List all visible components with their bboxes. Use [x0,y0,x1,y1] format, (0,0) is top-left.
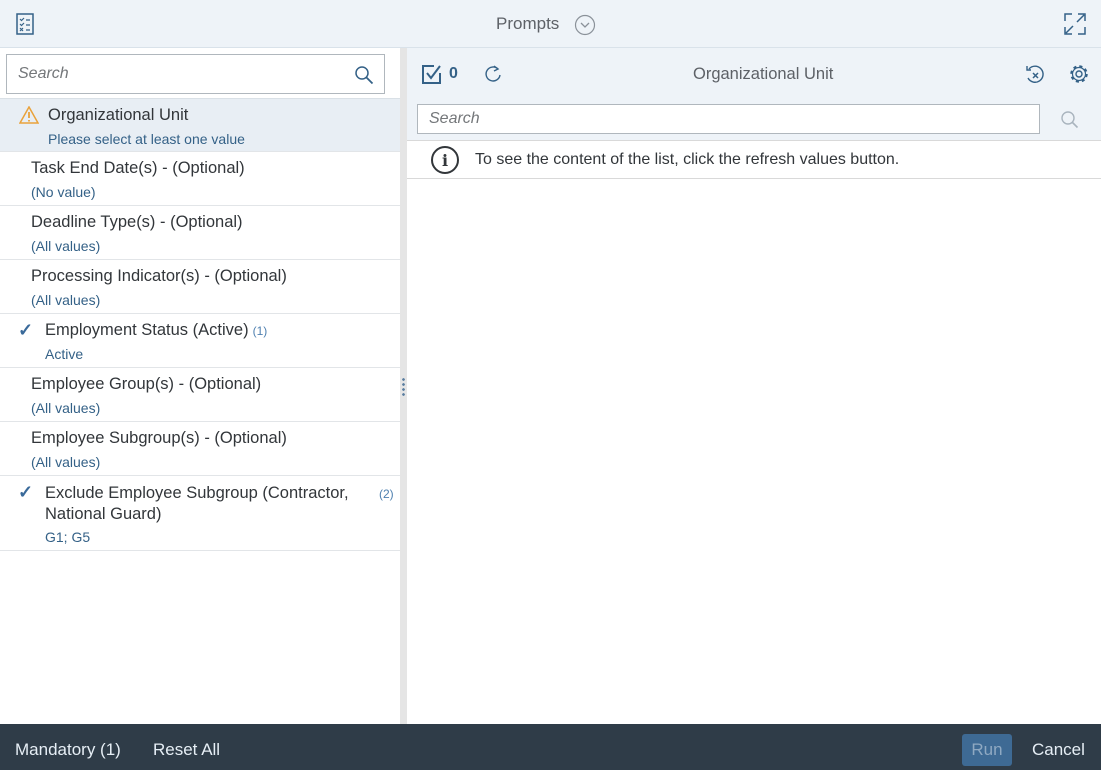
search-icon[interactable] [1060,110,1080,130]
prompt-value: (All values) [31,454,101,470]
maximize-icon[interactable] [1064,13,1086,35]
prompt-value: (All values) [31,292,101,308]
prompt-item-organizational-unit[interactable]: Organizational Unit Please select at lea… [0,98,400,152]
prompt-title: Exclude Employee Subgroup (Contractor, N… [45,484,349,523]
prompt-search-input[interactable]: Search [6,54,385,94]
checkmark-icon: ✓ [18,320,34,340]
prompt-value: (No value) [31,184,96,200]
prompt-title: Task End Date(s) - (Optional) [31,159,245,177]
warning-icon [19,106,39,124]
prompt-summary-icon[interactable] [16,13,34,35]
prompt-value: (All values) [31,400,101,416]
refresh-icon[interactable] [483,64,503,84]
prompt-title: Employment Status (Active) [45,321,249,339]
cancel-button[interactable]: Cancel [1032,740,1085,760]
prompt-value: Active [45,346,84,362]
prompt-item-processing-indicator[interactable]: Processing Indicator(s) - (Optional) (Al… [0,260,400,314]
run-button[interactable]: Run [962,734,1012,766]
search-placeholder: Search [18,65,69,82]
prompt-item-exclude-employee-subgroup[interactable]: ✓ Exclude Employee Subgroup (Contractor,… [0,476,400,551]
prompt-item-deadline-type[interactable]: Deadline Type(s) - (Optional) (All value… [0,206,400,260]
chevron-down-icon[interactable] [574,14,596,36]
prompt-title: Employee Subgroup(s) - (Optional) [31,429,287,447]
prompt-list-panel: Search Organizational Unit Please select… [0,48,400,724]
selected-values-icon[interactable] [422,64,442,84]
selected-count: 0 [449,65,458,82]
reset-all-button[interactable]: Reset All [153,740,220,760]
search-icon[interactable] [354,65,374,85]
value-panel-toolbar: 0 Organizational Unit Search [407,48,1101,140]
dialog-header: Prompts [0,0,1101,48]
prompt-title: Organizational Unit [48,106,189,124]
prompt-title: Employee Group(s) - (Optional) [31,375,262,393]
prompt-item-task-end-date[interactable]: Task End Date(s) - (Optional) (No value) [0,152,400,206]
prompt-title: Deadline Type(s) - (Optional) [31,213,243,231]
info-text: To see the content of the list, click th… [475,151,900,168]
settings-gear-icon[interactable] [1068,63,1090,85]
prompt-count: (2) [379,487,394,501]
dialog-title: Prompts [496,14,560,33]
splitter-handle[interactable] [402,377,405,397]
clear-values-icon[interactable] [1024,64,1046,86]
value-search-input[interactable]: Search [417,104,1040,134]
prompt-count: (1) [252,324,268,338]
prompt-item-employee-subgroup[interactable]: Employee Subgroup(s) - (Optional) (All v… [0,422,400,476]
prompt-value: (All values) [31,238,101,254]
prompt-value: G1; G5 [45,529,91,545]
svg-text:i: i [442,151,448,170]
value-panel-title: Organizational Unit [693,65,834,83]
dialog-footer: Mandatory (1) Reset All Run Cancel [0,724,1101,770]
mandatory-button[interactable]: Mandatory (1) [15,740,121,760]
info-message: i To see the content of the list, click … [407,140,1101,179]
info-icon: i [430,145,460,175]
prompt-item-employment-status[interactable]: ✓ Employment Status (Active) (1) Active [0,314,400,368]
prompt-title: Processing Indicator(s) - (Optional) [31,267,287,285]
prompt-item-employee-group[interactable]: Employee Group(s) - (Optional) (All valu… [0,368,400,422]
prompt-list: Organizational Unit Please select at lea… [0,98,400,551]
value-panel: 0 Organizational Unit Search i To see th… [407,48,1101,724]
prompt-value: Please select at least one value [48,131,245,147]
search-placeholder: Search [429,110,480,127]
checkmark-icon: ✓ [18,482,34,502]
